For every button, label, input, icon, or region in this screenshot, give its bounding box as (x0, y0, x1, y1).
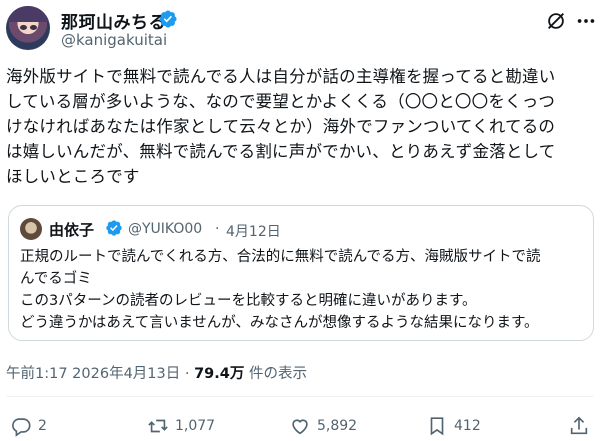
quote-text: 正規のルートで読んでくれる方、合法的に無料で読んでる方、海賊版サイトで読 んでる… (20, 249, 541, 331)
views-label: 件の表示 (248, 366, 307, 382)
retweet-icon (148, 419, 168, 433)
quote-date: 4月12日 (226, 224, 281, 240)
reply-button[interactable]: 2 (10, 414, 47, 438)
like-button[interactable]: 5,892 (289, 414, 357, 438)
quote-author-handle: @YUIKO00 (128, 221, 203, 237)
bookmark-button[interactable]: 412 (426, 414, 481, 438)
quote-separator: · (215, 221, 220, 237)
like-count: 5,892 (317, 418, 358, 434)
quote-author-avatar (20, 218, 42, 240)
reply-count: 2 (38, 418, 47, 434)
share-icon (570, 416, 588, 435)
quote-verified-badge-icon (106, 220, 122, 236)
tweet-meta: 午前1:17 2026年4月13日 · 79.4万 件の表示 (6, 362, 307, 383)
tweet-time[interactable]: 午前1:17 (6, 366, 68, 382)
meta-separator: · (184, 366, 190, 382)
grok-icon[interactable] (545, 10, 567, 32)
bookmark-count: 412 (454, 418, 481, 434)
quoted-tweet[interactable]: 由依子 @YUIKO00 · 4月12日 正規のルートで読んでくれる方、合法的に… (8, 205, 594, 341)
avatar-eye-right (30, 25, 37, 30)
retweet-count: 1,077 (175, 418, 216, 434)
quote-author-name: 由依子 (49, 221, 95, 239)
retweet-button[interactable]: 1,077 (147, 414, 215, 438)
share-button[interactable] (568, 414, 590, 438)
tweet-header: 那珂山みちる @kanigakuitai (0, 0, 600, 58)
avatar-hair (6, 6, 50, 22)
views-count: 79.4万 (194, 366, 245, 382)
action-bar: 2 1,077 5,892 412 (0, 414, 600, 438)
tweet-date[interactable]: 2026年4月13日 (72, 366, 180, 382)
author-display-name[interactable]: 那珂山みちる (61, 8, 166, 33)
like-icon (292, 419, 308, 435)
bookmark-icon (430, 417, 444, 436)
verified-badge-icon (159, 10, 177, 28)
author-avatar[interactable] (6, 6, 50, 50)
more-icon[interactable] (575, 10, 597, 32)
reply-icon (12, 418, 31, 437)
avatar-eye-left (20, 25, 27, 30)
divider (6, 396, 594, 397)
tweet-text: 海外版サイトで無料で読んでる人は自分が話の主導権を握ってると勘違い している層が… (6, 67, 556, 186)
author-handle[interactable]: @kanigakuitai (61, 31, 167, 49)
